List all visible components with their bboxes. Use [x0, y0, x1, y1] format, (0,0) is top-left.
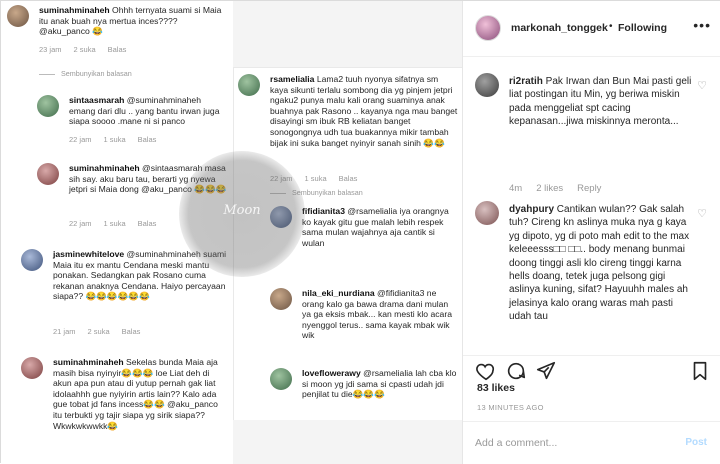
following-button[interactable]: Following — [618, 22, 667, 34]
avatar — [7, 5, 29, 27]
avatar[interactable] — [475, 201, 499, 225]
like-heart-icon[interactable] — [475, 360, 497, 382]
avatar[interactable] — [475, 15, 501, 41]
avatar — [270, 206, 292, 228]
instagram-post-view: suminahminaheh Ohhh ternyata suami si Ma… — [0, 0, 720, 464]
comment-username: suminahminaheh — [53, 357, 124, 367]
avatar — [270, 288, 292, 310]
comment-username: fifidianita3 — [302, 206, 345, 216]
comment: fifidianita3 @rsamelialia iya orangnya k… — [270, 206, 460, 266]
avatar — [270, 368, 292, 390]
bookmark-icon[interactable] — [689, 360, 711, 382]
post-timestamp: 13 MINUTES AGO — [477, 403, 544, 412]
comment-username: nila_eki_nurdiana — [302, 288, 375, 298]
add-comment-bar: Add a comment... Post — [463, 421, 720, 464]
comment: ri2ratih Pak Irwan dan Bun Mai pasti gel… — [475, 73, 711, 194]
comment-text: Lama2 tuuh nyonya sifatnya sm kaya sikun… — [270, 74, 458, 148]
likes-count[interactable]: 83 likes — [477, 382, 515, 394]
comment-username[interactable]: dyahpury — [509, 204, 554, 215]
post-header: markonah_tonggek • Following ••• — [463, 1, 720, 57]
comment: loveflowerawy @rsamelialia lah cba klo s… — [270, 368, 460, 418]
avatar — [21, 249, 43, 271]
heart-icon[interactable]: ♡ — [697, 207, 707, 220]
comment-reply: Balas — [338, 174, 358, 183]
comment-icon[interactable] — [505, 360, 527, 382]
comment: nila_eki_nurdiana @fifidianita3 ne orang… — [270, 288, 460, 352]
comment-reply: Balas — [121, 327, 141, 336]
comment-username: rsamelialia — [270, 74, 315, 84]
comment-time: 22 jam — [69, 135, 92, 144]
comment: suminahminaheh Ohhh ternyata suami si Ma… — [7, 5, 229, 61]
post-button[interactable]: Post — [685, 437, 707, 448]
screenshot-panel-left: suminahminaheh Ohhh ternyata suami si Ma… — [1, 1, 233, 464]
comment-list: ri2ratih Pak Irwan dan Bun Mai pasti gel… — [463, 61, 720, 353]
comment-username: loveflowerawy — [302, 368, 361, 378]
comment-reply: Balas — [137, 219, 157, 228]
comment: dyahpury Cantikan wulan?? Gak salah tuh?… — [475, 201, 711, 353]
comment-time: 23 jam — [39, 45, 62, 54]
hide-replies: Sembunyikan balasan — [39, 69, 132, 78]
hide-replies: Sembunyikan balasan — [270, 188, 363, 197]
comment-reply: Balas — [107, 45, 127, 54]
add-comment-input[interactable]: Add a comment... — [475, 437, 557, 449]
avatar — [238, 74, 260, 96]
comment-likes: 1 suka — [304, 174, 327, 183]
comment: suminahminaheh @sintaasmarah masa sih sa… — [37, 163, 231, 233]
comment-time: 22 jam — [69, 219, 92, 228]
avatar — [37, 95, 59, 117]
comment-likes[interactable]: 2 likes — [536, 183, 563, 194]
heart-icon[interactable]: ♡ — [697, 79, 707, 92]
comment-time: 22 jam — [270, 174, 293, 183]
separator-dot: • — [609, 21, 613, 32]
action-bar — [463, 355, 720, 385]
comment-likes: 1 suka — [103, 219, 126, 228]
share-icon[interactable] — [535, 360, 557, 382]
avatar — [21, 357, 43, 379]
comment-likes: 2 suka — [87, 327, 110, 336]
post-username[interactable]: markonah_tonggek — [511, 22, 608, 34]
comment: rsamelialia Lama2 tuuh nyonya sifatnya s… — [238, 74, 460, 190]
comment-time: 21 jam — [53, 327, 76, 336]
avatar[interactable] — [475, 73, 499, 97]
comment-username: suminahminaheh — [39, 5, 110, 15]
post-image: suminahminaheh Ohhh ternyata suami si Ma… — [1, 1, 463, 464]
more-options-icon[interactable]: ••• — [693, 17, 711, 33]
comment: suminahminaheh Sekelas bunda Maia aja ma… — [21, 357, 231, 464]
comment: sintaasmarah @suminahminaheh emang dari … — [37, 95, 231, 151]
comment-time: 4m — [509, 183, 523, 194]
comment-reply: Balas — [137, 135, 157, 144]
comment-likes: 1 suka — [103, 135, 126, 144]
comment-username: jasminewhitelove — [53, 249, 125, 259]
comment-username: suminahminaheh — [69, 163, 140, 173]
comment-likes: 2 suka — [73, 45, 96, 54]
comment: jasminewhitelove @suminahminaheh suami M… — [21, 249, 231, 341]
comment-text: Cantikan wulan?? Gak salah tuh? Cireng k… — [509, 204, 690, 323]
screenshot-panel-right: rsamelialia Lama2 tuuh nyonya sifatnya s… — [233, 67, 462, 420]
avatar — [37, 163, 59, 185]
comment-text: Sekelas bunda Maia aja masih bisa nyinyi… — [53, 357, 218, 431]
comment-username: sintaasmarah — [69, 95, 125, 105]
reply-button[interactable]: Reply — [577, 183, 601, 194]
comment-username[interactable]: ri2ratih — [509, 76, 543, 87]
post-sidebar: markonah_tonggek • Following ••• ri2rati… — [463, 1, 720, 464]
